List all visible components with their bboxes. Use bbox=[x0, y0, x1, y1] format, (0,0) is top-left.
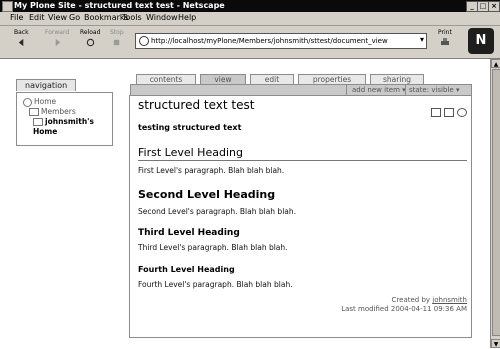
scroll-up-icon[interactable]: ▲ bbox=[491, 59, 500, 68]
reload-button[interactable]: Reload bbox=[80, 29, 100, 47]
forward-button[interactable]: Forward bbox=[45, 29, 69, 47]
window-title: My Plone Site - structured text test - N… bbox=[14, 1, 225, 10]
reload-icon bbox=[86, 38, 94, 47]
navigation-tree: Home Members johnsmith's Home bbox=[16, 92, 113, 146]
print-button[interactable]: Print bbox=[438, 29, 452, 47]
vertical-scrollbar[interactable]: ▲ ▼ bbox=[490, 59, 500, 348]
paragraph-2: Second Level's paragraph. Blah blah blah… bbox=[138, 207, 297, 216]
folder-icon bbox=[33, 118, 43, 126]
netscape-app-icon bbox=[2, 1, 13, 12]
page-icon bbox=[139, 36, 149, 46]
add-new-item-label: add new item bbox=[352, 86, 400, 94]
navigation-portlet: navigation Home Members johnsmith's Home bbox=[16, 73, 113, 146]
menu-help[interactable]: Help bbox=[178, 13, 196, 22]
address-bar[interactable]: http://localhost/myPlone/Members/johnsmi… bbox=[135, 33, 427, 49]
back-button[interactable]: Back bbox=[14, 29, 29, 47]
stop-icon bbox=[114, 39, 120, 46]
menu-view[interactable]: View bbox=[48, 13, 67, 22]
nav-item-members[interactable]: Members bbox=[23, 107, 106, 117]
actions-divider bbox=[405, 85, 406, 95]
heading-level-4: Fourth Level Heading bbox=[138, 265, 235, 274]
author-link[interactable]: johnsmith bbox=[432, 296, 467, 304]
folder-icon bbox=[29, 108, 39, 116]
chevron-down-icon: ▾ bbox=[455, 86, 460, 94]
heading-level-3: Third Level Heading bbox=[138, 228, 240, 238]
state-menu[interactable]: state: visible ▾ bbox=[409, 85, 459, 95]
navigation-toolbar: Back Forward Reload Stop http://localhos… bbox=[0, 26, 500, 59]
back-label: Back bbox=[14, 29, 29, 36]
stop-label: Stop bbox=[110, 29, 124, 36]
close-button[interactable]: × bbox=[488, 1, 500, 12]
menu-bar: File Edit View Go Bookmarks Tools Window… bbox=[0, 12, 500, 26]
scroll-down-icon[interactable]: ▼ bbox=[491, 339, 500, 348]
navigation-portlet-header: navigation bbox=[16, 79, 77, 91]
actions-divider bbox=[346, 85, 347, 95]
nav-item-home[interactable]: Home bbox=[23, 97, 106, 107]
page-viewport: navigation Home Members johnsmith's Home… bbox=[0, 59, 490, 348]
chevron-down-icon[interactable]: ▾ bbox=[420, 35, 424, 44]
paragraph-3: Third Level's paragraph. Blah blah blah. bbox=[138, 243, 288, 252]
document-actions bbox=[428, 102, 467, 121]
heading-level-2: Second Level Heading bbox=[138, 188, 276, 201]
paragraph-1: First Level's paragraph. Blah blah blah. bbox=[138, 166, 285, 175]
stop-button[interactable]: Stop bbox=[110, 29, 124, 47]
home-icon bbox=[23, 97, 32, 107]
created-by-label: Created by bbox=[391, 296, 431, 304]
document-title: structured text test bbox=[138, 98, 255, 112]
nav-item-johnsmith-home[interactable]: johnsmith's Home bbox=[23, 117, 106, 137]
menu-go[interactable]: Go bbox=[69, 13, 80, 22]
menu-edit[interactable]: Edit bbox=[29, 13, 45, 22]
back-arrow-icon bbox=[18, 38, 24, 47]
print-icon[interactable] bbox=[444, 108, 454, 117]
nav-item-label: Members bbox=[41, 107, 76, 116]
heading-level-1: First Level Heading bbox=[138, 146, 467, 161]
menu-window[interactable]: Window bbox=[146, 13, 178, 22]
mail-icon[interactable] bbox=[431, 108, 441, 117]
info-icon[interactable] bbox=[457, 108, 467, 117]
byline-created: Created by johnsmith bbox=[392, 296, 467, 304]
menu-tools[interactable]: Tools bbox=[122, 13, 142, 22]
forward-label: Forward bbox=[45, 29, 70, 36]
document-content: structured text test testing structured … bbox=[129, 95, 472, 338]
scroll-thumb[interactable] bbox=[492, 69, 500, 336]
add-new-item-menu[interactable]: add new item ▾ bbox=[352, 85, 406, 95]
document-description: testing structured text bbox=[138, 123, 242, 132]
printer-icon bbox=[440, 38, 449, 45]
print-label: Print bbox=[438, 29, 452, 36]
window-title-bar[interactable]: My Plone Site - structured text test - N… bbox=[0, 0, 500, 12]
menu-file[interactable]: File bbox=[10, 13, 23, 22]
paragraph-4: Fourth Level's paragraph. Blah blah blah… bbox=[138, 280, 293, 289]
reload-label: Reload bbox=[80, 29, 101, 36]
netscape-throbber-icon[interactable]: N bbox=[468, 28, 494, 54]
url-text: http://localhost/myPlone/Members/johnsmi… bbox=[151, 37, 388, 45]
nav-item-label: Home bbox=[34, 97, 57, 106]
state-label: state: visible bbox=[409, 86, 454, 94]
forward-arrow-icon bbox=[55, 38, 60, 47]
last-modified: Last modified 2004-04-11 09:36 AM bbox=[341, 305, 467, 313]
